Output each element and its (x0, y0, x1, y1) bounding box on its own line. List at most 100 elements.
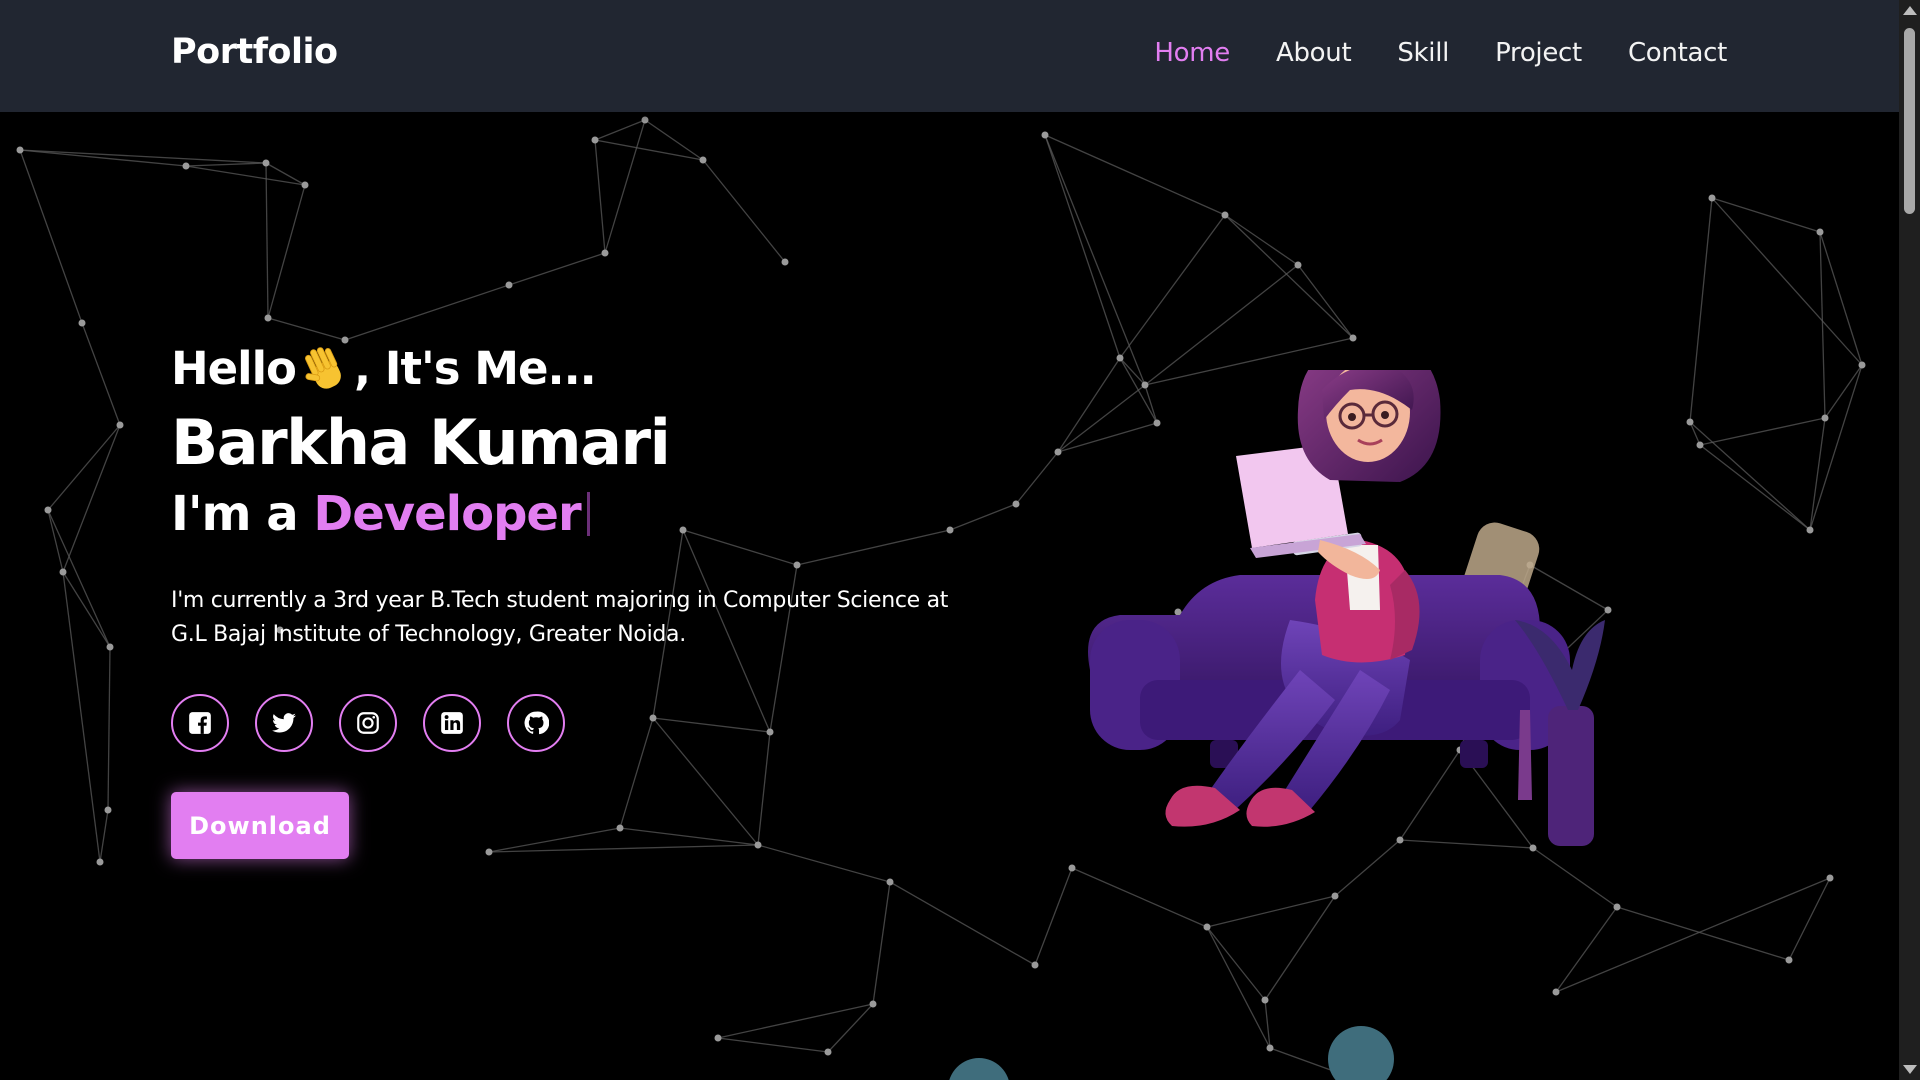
linkedin-link[interactable] (423, 694, 481, 752)
nav-about[interactable]: About (1276, 38, 1352, 68)
network-node (869, 1000, 877, 1008)
about-line-2: G.L Bajaj Institute of Technology, Great… (171, 622, 686, 647)
nav-contact[interactable]: Contact (1628, 38, 1727, 68)
network-line (1819, 231, 1826, 419)
network-node (1349, 334, 1357, 342)
network-node (1331, 892, 1339, 900)
network-line (185, 162, 267, 167)
social-links (171, 694, 1031, 752)
network-line (594, 139, 606, 254)
network-node (44, 506, 52, 514)
network-line (19, 149, 83, 324)
network-node (781, 258, 789, 266)
network-node (1821, 414, 1829, 422)
github-icon (524, 711, 549, 735)
network-node (505, 281, 513, 289)
network-line (99, 809, 109, 863)
network-node (714, 1034, 722, 1042)
network-node (262, 159, 270, 167)
network-line (1788, 877, 1831, 961)
greeting: Hello , It's Me... (171, 340, 1031, 396)
network-line (594, 139, 704, 161)
network-line (1819, 231, 1863, 366)
navbar: Portfolio Home About Skill Project Conta… (0, 0, 1899, 112)
network-line (1119, 214, 1226, 359)
twitter-link[interactable] (255, 694, 313, 752)
network-node (1294, 261, 1302, 269)
network-line (265, 162, 269, 319)
network-node (182, 162, 190, 170)
network-line (1034, 867, 1073, 966)
network-node (104, 806, 112, 814)
network-line (604, 119, 646, 254)
network-node (699, 156, 707, 164)
network-line (344, 284, 510, 341)
twitter-icon (272, 713, 296, 733)
github-link[interactable] (507, 694, 565, 752)
network-node (301, 181, 309, 189)
network-line (1264, 895, 1336, 1001)
network-line (717, 1037, 829, 1053)
scroll-down-arrow-icon[interactable] (1903, 1065, 1917, 1074)
network-node (641, 116, 649, 124)
network-line (19, 149, 267, 164)
network-node (96, 858, 104, 866)
linkedin-icon (441, 712, 463, 734)
role-typed-text: Developer (313, 486, 581, 542)
network-line (62, 571, 101, 863)
network-node (1221, 211, 1229, 219)
network-line (1824, 364, 1863, 419)
network-line (1071, 867, 1208, 928)
role-prefix: I'm a (171, 486, 299, 542)
role-line: I'm a Developer (171, 486, 1031, 542)
network-line (1206, 926, 1266, 1001)
network-line (1144, 264, 1299, 386)
nav-home[interactable]: Home (1154, 38, 1230, 68)
network-line (508, 252, 606, 286)
network-line (47, 509, 64, 573)
network-line (62, 424, 121, 573)
network-line (1206, 895, 1336, 928)
network-node (1708, 194, 1716, 202)
developer-girl-illustration (1088, 370, 1605, 846)
brand-logo[interactable]: Portfolio (171, 32, 338, 72)
facebook-link[interactable] (171, 694, 229, 752)
network-node (1203, 923, 1211, 931)
network-node (106, 643, 114, 651)
instagram-icon (357, 712, 379, 734)
about-line-1: I'm currently a 3rd year B.Tech student … (171, 588, 949, 613)
nav-project[interactable]: Project (1495, 38, 1582, 68)
main-nav: Home About Skill Project Contact (1154, 38, 1727, 68)
network-node (1041, 131, 1049, 139)
network-node (59, 568, 67, 576)
network-line (889, 881, 1036, 966)
network-line (594, 119, 646, 141)
instagram-link[interactable] (339, 694, 397, 752)
network-node (824, 1048, 832, 1056)
scrollbar-thumb[interactable] (1904, 28, 1915, 214)
page-scrollbar[interactable] (1899, 0, 1920, 1080)
network-line (872, 881, 891, 1005)
person-name: Barkha Kumari (171, 406, 671, 479)
network-line (107, 646, 111, 811)
network-node (1116, 354, 1124, 362)
network-node (1266, 1044, 1274, 1052)
network-node (1826, 874, 1834, 882)
greeting-hello: Hello (171, 341, 297, 395)
network-line (1206, 926, 1271, 1049)
nav-skill[interactable]: Skill (1397, 38, 1449, 68)
greeting-rest: , It's Me... (353, 341, 597, 395)
network-node (591, 136, 599, 144)
network-line (1711, 197, 1863, 366)
network-node (886, 878, 894, 886)
network-line (267, 184, 306, 319)
scroll-up-arrow-icon[interactable] (1903, 6, 1917, 15)
network-line (827, 1003, 874, 1053)
network-node (1552, 988, 1560, 996)
network-node (1031, 961, 1039, 969)
network-node (1858, 361, 1866, 369)
network-line (1044, 134, 1121, 359)
network-line (1809, 417, 1826, 531)
network-node (78, 319, 86, 327)
download-button[interactable]: Download (171, 792, 349, 859)
